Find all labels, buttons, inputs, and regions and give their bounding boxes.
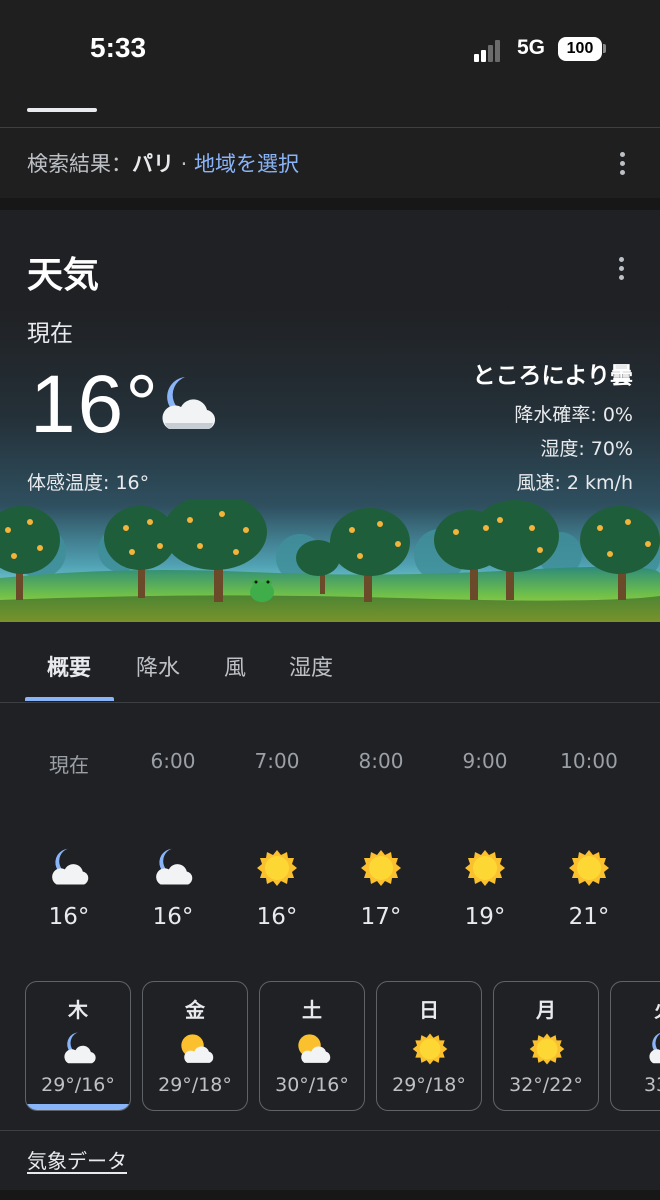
weather-title: 天気 xyxy=(27,255,100,296)
network-type: 5G xyxy=(517,36,546,59)
sun-cloud-icon xyxy=(177,1030,215,1068)
battery-tip xyxy=(603,44,606,53)
hour-temperature: 21° xyxy=(568,904,610,930)
sun-icon xyxy=(463,846,507,890)
day-card-thursday[interactable]: 木 29°/16° xyxy=(25,981,131,1111)
selected-day-indicator xyxy=(26,1104,130,1110)
hour-temperature: 16° xyxy=(256,904,298,930)
day-name: 日 xyxy=(419,998,439,1022)
divider xyxy=(0,1130,660,1131)
hour-time: 10:00 xyxy=(560,749,618,773)
tab-precipitation[interactable]: 降水 xyxy=(136,650,180,682)
precipitation-chance: 降水確率: 0% xyxy=(514,404,633,426)
hour-temperature: 16° xyxy=(152,904,194,930)
wind-speed: 風速: 2 km/h xyxy=(516,472,633,494)
moon-cloud-icon xyxy=(645,1030,660,1068)
weather-more-icon[interactable] xyxy=(618,257,624,281)
day-name: 土 xyxy=(302,998,322,1022)
moon-cloud-icon xyxy=(151,846,195,890)
sun-icon xyxy=(255,846,299,890)
hour-time: 8:00 xyxy=(358,749,404,773)
day-name: 金 xyxy=(185,998,205,1022)
weather-card: 天気 現在 16° 体感温度: 16° ところにより曇 降水確率: 0% 湿度:… xyxy=(0,210,660,1190)
battery-icon: 100 xyxy=(558,37,602,61)
more-options-icon[interactable] xyxy=(619,152,625,176)
select-location-link[interactable]: 地域を選択 xyxy=(194,152,299,176)
section-gap xyxy=(0,198,660,210)
day-temperature-range: 33°/ xyxy=(643,1074,660,1096)
status-time: 5:33 xyxy=(90,32,147,63)
day-temperature-range: 30°/16° xyxy=(275,1074,349,1096)
day-name: 火 xyxy=(611,994,660,1023)
day-temperature-range: 29°/16° xyxy=(41,1074,115,1096)
hour-temperature: 19° xyxy=(464,904,506,930)
moon-cloud-icon xyxy=(47,846,91,890)
weather-scene-illustration xyxy=(0,500,660,622)
signal-icon xyxy=(474,38,508,62)
sun-icon xyxy=(359,846,403,890)
weather-hero: 天気 現在 16° 体感温度: 16° ところにより曇 降水確率: 0% 湿度:… xyxy=(0,210,660,622)
hour-time: 7:00 xyxy=(254,749,300,773)
tab-overview[interactable]: 概要 xyxy=(47,650,91,682)
search-prefix: 検索結果： xyxy=(27,152,132,176)
feels-like: 体感温度: 16° xyxy=(27,472,150,494)
day-card-tuesday[interactable]: 火 33°/ xyxy=(610,981,660,1111)
sun-icon xyxy=(528,1030,566,1068)
moon-cloud-icon xyxy=(60,1030,98,1068)
tab-wind[interactable]: 風 xyxy=(224,650,246,682)
sun-icon xyxy=(567,846,611,890)
day-card-sunday[interactable]: 日 29°/18° xyxy=(376,981,482,1111)
hour-temperature: 17° xyxy=(360,904,402,930)
current-label: 現在 xyxy=(27,321,73,347)
active-tab-indicator xyxy=(25,697,114,701)
sun-icon xyxy=(411,1030,449,1068)
sun-cloud-icon xyxy=(294,1030,332,1068)
hour-time: 現在 xyxy=(49,753,89,777)
hour-time: 9:00 xyxy=(462,749,508,773)
current-temperature: 16° xyxy=(30,359,161,450)
day-card-saturday[interactable]: 土 30°/16° xyxy=(259,981,365,1111)
day-temperature-range: 32°/22° xyxy=(509,1074,583,1096)
search-separator: · xyxy=(174,152,195,176)
day-name: 木 xyxy=(68,998,88,1022)
bottom-strip xyxy=(0,1190,660,1200)
moon-cloud-icon xyxy=(155,373,219,437)
day-card-friday[interactable]: 金 29°/18° xyxy=(142,981,248,1111)
day-name: 月 xyxy=(536,998,556,1022)
hour-temperature: 16° xyxy=(48,904,90,930)
day-temperature-range: 29°/18° xyxy=(392,1074,466,1096)
day-temperature-range: 29°/18° xyxy=(158,1074,232,1096)
weather-condition: ところにより曇 xyxy=(472,363,633,389)
day-card-monday[interactable]: 月 32°/22° xyxy=(493,981,599,1111)
search-result-header: 検索結果：パリ · 地域を選択 xyxy=(0,128,660,198)
search-result-text: 検索結果：パリ · 地域を選択 xyxy=(27,148,299,178)
drag-handle[interactable] xyxy=(27,108,97,112)
weather-tabs: 概要 降水 風 湿度 xyxy=(0,622,660,704)
tabs-divider xyxy=(0,702,660,703)
weather-data-link[interactable]: 気象データ xyxy=(27,1145,127,1174)
tab-humidity[interactable]: 湿度 xyxy=(289,650,333,682)
humidity-value: 湿度: 70% xyxy=(540,438,633,460)
hour-time: 6:00 xyxy=(150,749,196,773)
status-bar: 5:33 5G 100 xyxy=(0,0,660,100)
search-city: パリ xyxy=(132,152,174,176)
